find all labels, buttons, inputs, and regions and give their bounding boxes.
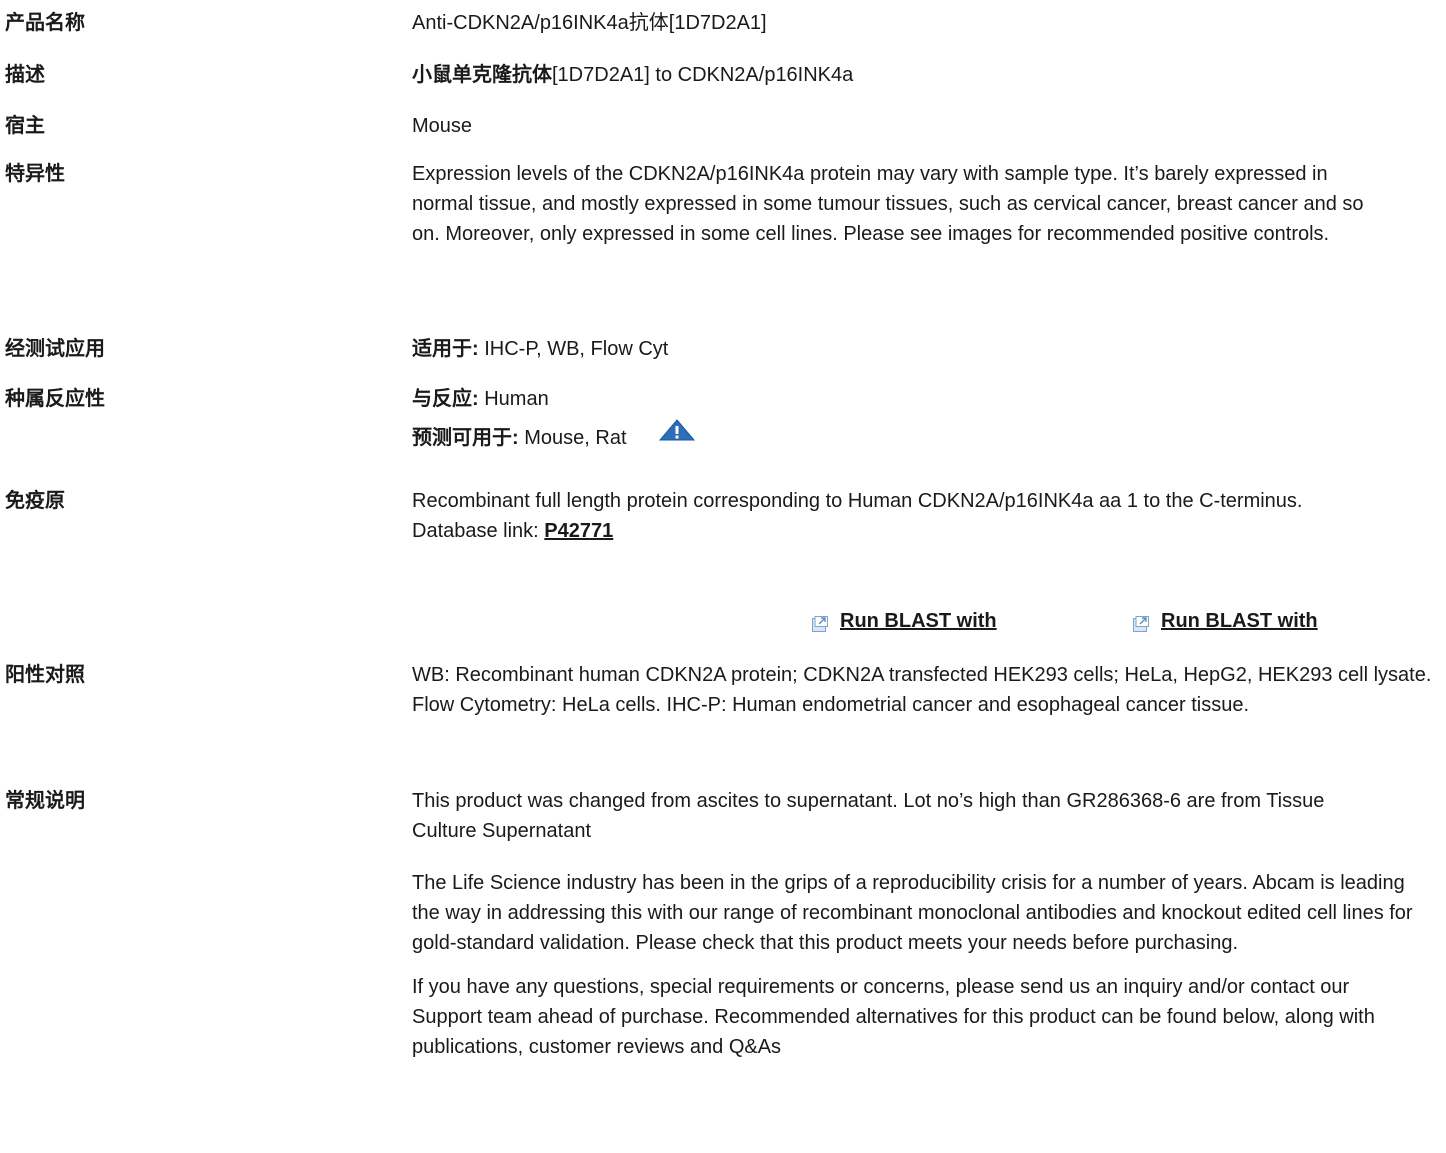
predicted-line: 预测可用于: Mouse, Rat xyxy=(412,419,1442,455)
reacts-with-label: 与反应: xyxy=(412,388,479,410)
label-general-notes: 常规说明 xyxy=(5,790,85,812)
label-description: 描述 xyxy=(5,64,45,86)
value-general-notes: This product was changed from ascites to… xyxy=(412,786,1432,1062)
value-description: 小鼠单克隆抗体[1D7D2A1] to CDKN2A/p16INK4a xyxy=(412,60,1442,90)
database-link-prefix: Database link: xyxy=(412,520,545,542)
value-product-name: Anti-CDKN2A/p16INK4a抗体[1D7D2A1] xyxy=(412,12,767,34)
suitable-for-value: IHC-P, WB, Flow Cyt xyxy=(478,338,669,360)
value-positive-control: WB: Recombinant human CDKN2A protein; CD… xyxy=(412,664,1432,716)
external-link-icon xyxy=(1133,611,1149,632)
suitable-for-label: 适用于: xyxy=(412,338,479,360)
warning-triangle-icon[interactable] xyxy=(658,418,696,451)
database-link-line: Database link: P42771 xyxy=(412,516,1402,546)
label-tested-applications: 经测试应用 xyxy=(5,338,105,360)
run-blast-label-1: Run BLAST with xyxy=(840,610,997,632)
description-rest: [1D7D2A1] to CDKN2A/p16INK4a xyxy=(552,64,854,86)
value-specificity: Expression levels of the CDKN2A/p16INK4a… xyxy=(412,163,1364,245)
value-species-reactivity: 与反应: Human 预测可用于: Mouse, Rat xyxy=(412,384,1442,455)
run-blast-link-1[interactable]: Run BLAST with xyxy=(812,606,997,636)
immunogen-text: Recombinant full length protein correspo… xyxy=(412,490,1303,512)
predicted-value: Mouse, Rat xyxy=(518,426,627,449)
uniprot-link[interactable]: P42771 xyxy=(544,520,613,542)
predicted-label: 预测可用于: xyxy=(412,426,519,449)
label-specificity: 特异性 xyxy=(5,163,65,185)
reacts-with-value: Human xyxy=(478,388,549,410)
reacts-with-line: 与反应: Human xyxy=(412,384,1442,414)
label-product-name: 产品名称 xyxy=(5,12,85,34)
label-host: 宿主 xyxy=(5,115,45,137)
label-immunogen: 免疫原 xyxy=(5,490,65,512)
value-host: Mouse xyxy=(412,115,473,137)
run-blast-label-2: Run BLAST with xyxy=(1161,610,1318,632)
value-immunogen: Recombinant full length protein correspo… xyxy=(412,486,1402,546)
label-positive-control: 阳性对照 xyxy=(5,664,85,686)
general-notes-para-1: This product was changed from ascites to… xyxy=(412,790,1325,842)
general-notes-para-2: The Life Science industry has been in th… xyxy=(412,872,1413,954)
label-species-reactivity: 种属反应性 xyxy=(5,388,105,410)
run-blast-link-2[interactable]: Run BLAST with xyxy=(1133,606,1318,636)
external-link-icon xyxy=(812,611,828,632)
value-tested-applications: 适用于: IHC-P, WB, Flow Cyt xyxy=(412,334,1442,364)
description-bold: 小鼠单克隆抗体 xyxy=(412,64,552,86)
general-notes-para-3: If you have any questions, special requi… xyxy=(412,976,1375,1058)
